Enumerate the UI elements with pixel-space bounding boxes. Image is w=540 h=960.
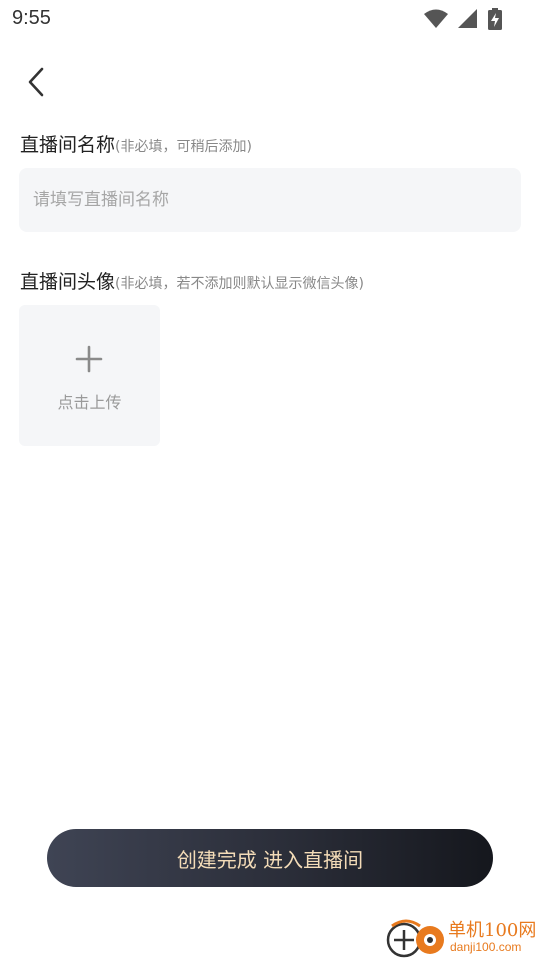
watermark: 单机100网 danji100.com <box>386 914 536 960</box>
status-bar: 9:55 <box>0 0 540 38</box>
avatar-upload-button[interactable]: 点击上传 <box>19 305 160 446</box>
status-icons <box>424 8 502 30</box>
wifi-icon <box>424 9 448 28</box>
plus-icon <box>75 345 103 373</box>
create-and-enter-button[interactable]: 创建完成 进入直播间 <box>47 829 493 887</box>
watermark-logo-icon <box>386 919 444 958</box>
room-avatar-hint: (非必填，若不添加则默认显示微信头像) <box>115 276 364 292</box>
create-live-room-page: 9:55 直播间名称(非必填，可稍后添加) 直播间头像(非必填，若不添加则默认显… <box>0 0 540 960</box>
room-avatar-label: 直播间头像 <box>20 271 116 293</box>
watermark-name: 单机100网 <box>448 920 537 941</box>
battery-charging-icon <box>488 8 502 30</box>
status-time: 9:55 <box>12 7 51 29</box>
room-name-title: 直播间名称(非必填，可稍后添加) <box>20 130 252 157</box>
chevron-left-icon <box>28 67 44 97</box>
signal-icon <box>458 9 477 28</box>
room-name-input[interactable] <box>19 168 521 232</box>
watermark-domain: danji100.com <box>450 940 522 954</box>
room-name-hint: (非必填，可稍后添加) <box>115 139 252 155</box>
room-name-label: 直播间名称 <box>20 134 116 156</box>
back-button[interactable] <box>18 62 54 102</box>
room-avatar-title: 直播间头像(非必填，若不添加则默认显示微信头像) <box>20 267 364 294</box>
upload-label: 点击上传 <box>57 393 122 412</box>
